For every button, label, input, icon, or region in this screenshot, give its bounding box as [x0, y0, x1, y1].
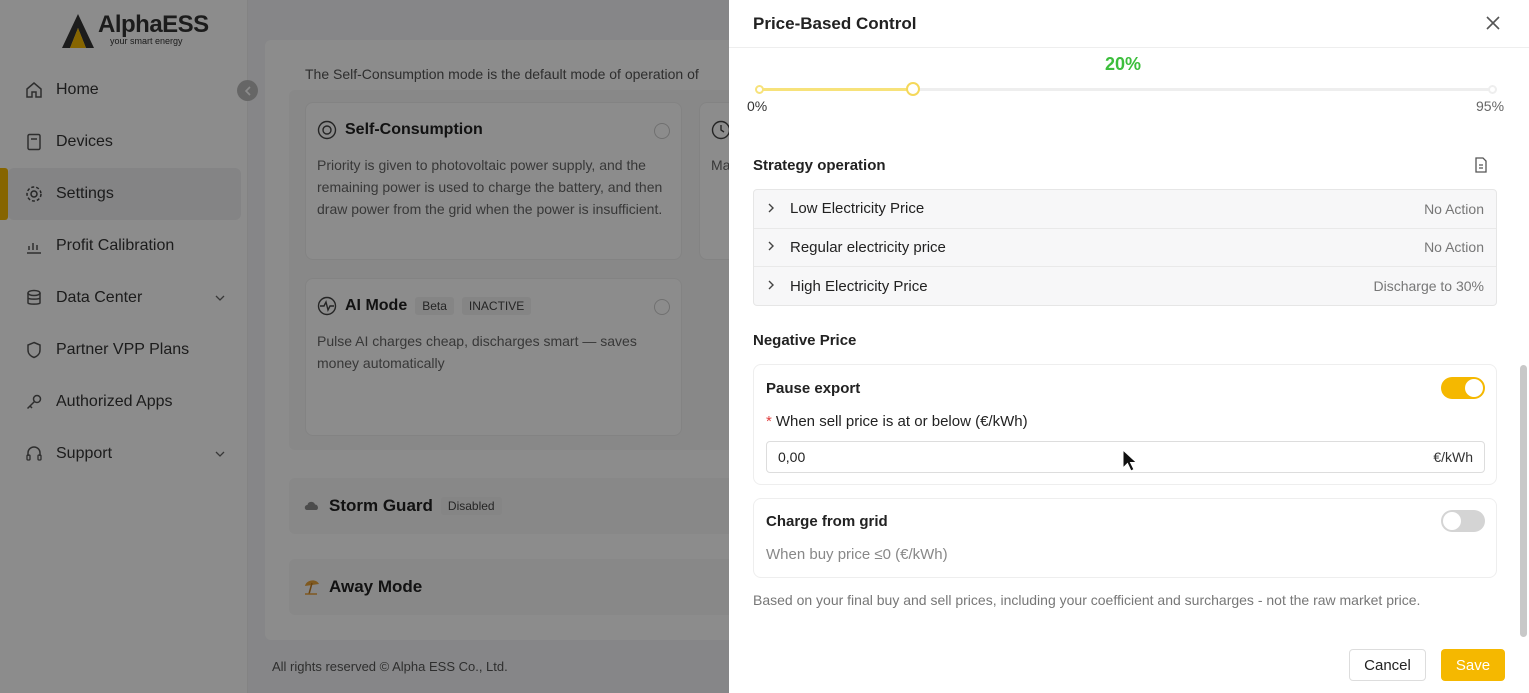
strategy-row-value: No Action: [1424, 200, 1484, 217]
sell-price-unit: €/kWh: [1433, 449, 1473, 465]
strategy-row-label: High Electricity Price: [790, 277, 928, 295]
toggle-knob: [1443, 512, 1461, 530]
strategy-row-label: Regular electricity price: [790, 238, 946, 256]
sell-price-label: * When sell price is at or below (€/kWh): [766, 413, 1028, 430]
charge-from-grid-card: Charge from grid When buy price ≤0 (€/kW…: [753, 498, 1497, 578]
strategy-list: Low Electricity Price No Action Regular …: [753, 189, 1497, 306]
slider-end-dot: [1488, 85, 1497, 94]
pause-export-title: Pause export: [766, 380, 861, 397]
toggle-knob: [1465, 379, 1483, 397]
strategy-section-title: Strategy operation: [753, 157, 886, 174]
chevron-right-icon: [766, 240, 778, 254]
price-note: Based on your final buy and sell prices,…: [753, 592, 1421, 608]
strategy-row-high[interactable]: High Electricity Price Discharge to 30%: [754, 267, 1496, 305]
required-mark: *: [766, 413, 772, 430]
strategy-row-label: Low Electricity Price: [790, 200, 925, 218]
strategy-row-low[interactable]: Low Electricity Price No Action: [754, 190, 1496, 229]
slider-max-label: 95%: [1476, 98, 1505, 114]
mouse-cursor-icon: [1122, 449, 1138, 472]
soc-percent-value: 20%: [1105, 54, 1142, 74]
price-based-control-drawer: Price-Based Control 20% 0% 95% Strategy …: [729, 0, 1529, 693]
pause-export-toggle[interactable]: [1441, 377, 1485, 399]
cancel-button[interactable]: Cancel: [1349, 649, 1426, 681]
chevron-right-icon: [766, 279, 778, 293]
close-icon[interactable]: [1483, 13, 1503, 33]
charge-from-grid-subtext: When buy price ≤0 (€/kWh): [766, 546, 948, 563]
drawer-header: Price-Based Control: [729, 0, 1529, 48]
soc-slider-handle[interactable]: [905, 82, 920, 96]
drawer-title: Price-Based Control: [753, 14, 917, 33]
negative-price-title: Negative Price: [753, 332, 857, 349]
strategy-row-value: Discharge to 30%: [1373, 278, 1484, 295]
strategy-row-value: No Action: [1424, 239, 1484, 256]
drawer-scrollbar[interactable]: [1520, 365, 1527, 637]
slider-start-dot: [755, 85, 764, 94]
document-icon[interactable]: [1474, 157, 1488, 173]
soc-slider-fill: [759, 88, 914, 91]
charge-from-grid-title: Charge from grid: [766, 513, 888, 530]
soc-slider-track[interactable]: [759, 88, 1493, 91]
save-button[interactable]: Save: [1441, 649, 1505, 681]
sell-price-label-text: When sell price is at or below (€/kWh): [775, 413, 1028, 430]
sell-price-value: 0,00: [778, 449, 806, 465]
chevron-right-icon: [766, 202, 778, 216]
strategy-row-regular[interactable]: Regular electricity price No Action: [754, 229, 1496, 268]
slider-min-label: 0%: [747, 98, 768, 114]
charge-from-grid-toggle[interactable]: [1441, 510, 1485, 532]
